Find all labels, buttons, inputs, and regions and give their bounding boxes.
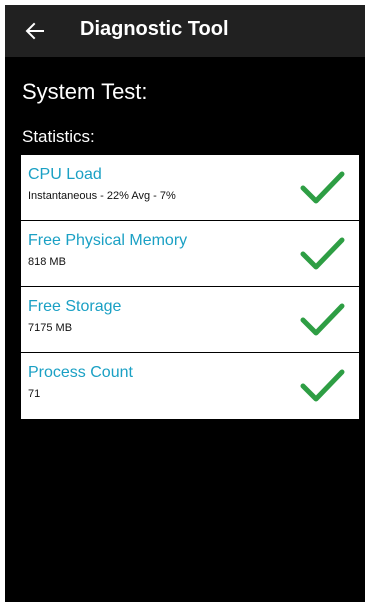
checkmark-icon [300, 171, 345, 204]
page-heading: System Test: [22, 79, 148, 104]
stat-label: Free Storage [28, 298, 122, 315]
stat-value: Instantaneous - 22% Avg - 7% [28, 190, 176, 202]
checkmark-icon [300, 303, 345, 336]
statistics-list: CPU Load Instantaneous - 22% Avg - 7% Fr… [21, 155, 359, 419]
checkmark-icon [300, 369, 345, 402]
stat-row-free-storage[interactable]: Free Storage 7175 MB [21, 287, 359, 353]
stat-value: 818 MB [28, 256, 66, 268]
stat-label: Free Physical Memory [28, 232, 188, 249]
stat-label: CPU Load [28, 166, 102, 183]
app-screen: Diagnostic Tool System Test: Statistics:… [5, 5, 365, 602]
arrow-left-icon [25, 22, 44, 40]
stat-value: 7175 MB [28, 322, 73, 334]
section-subheading: Statistics: [22, 127, 95, 146]
checkmark-icon [300, 237, 345, 270]
back-button[interactable] [19, 15, 51, 47]
stat-row-free-physical-memory[interactable]: Free Physical Memory 818 MB [21, 221, 359, 287]
app-bar: Diagnostic Tool [5, 5, 365, 57]
stat-value: 71 [28, 388, 41, 400]
stat-row-process-count[interactable]: Process Count 71 [21, 353, 359, 419]
stat-row-cpu-load[interactable]: CPU Load Instantaneous - 22% Avg - 7% [21, 155, 359, 221]
stat-label: Process Count [28, 364, 133, 381]
app-title: Diagnostic Tool [80, 18, 229, 40]
